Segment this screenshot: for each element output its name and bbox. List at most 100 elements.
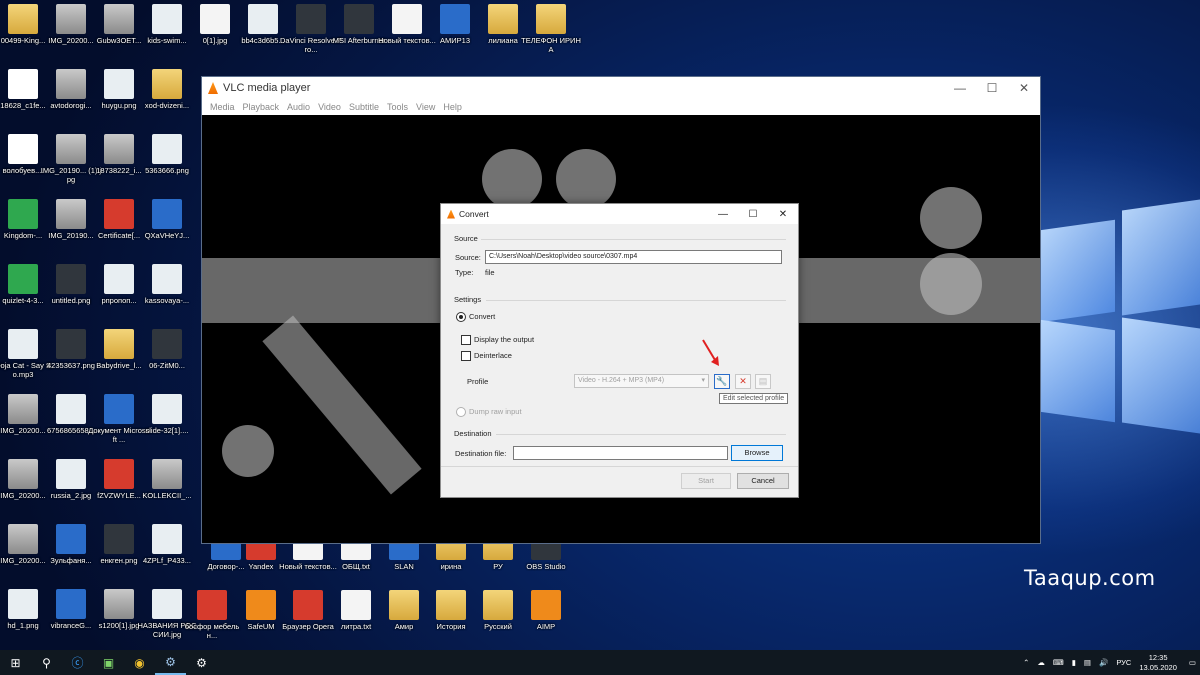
file-icon <box>56 199 86 229</box>
maximize-icon[interactable]: ☐ <box>738 204 768 224</box>
file-icon <box>197 590 227 620</box>
menu-item-tools[interactable]: Tools <box>387 102 408 112</box>
file-icon <box>104 329 134 359</box>
battery-icon[interactable]: ▮ <box>1072 658 1076 667</box>
site-watermark: Taaqup.com <box>1024 566 1156 590</box>
menu-item-video[interactable]: Video <box>318 102 341 112</box>
convert-title-bar[interactable]: Convert — ☐ ✕ <box>441 204 798 224</box>
menu-item-media[interactable]: Media <box>210 102 235 112</box>
close-icon[interactable]: ✕ <box>1008 77 1040 99</box>
file-icon <box>56 589 86 619</box>
minimize-icon[interactable]: — <box>708 204 738 224</box>
file-icon <box>531 590 561 620</box>
file-icon <box>104 69 134 99</box>
profile-select-value: Video - H.264 + MP3 (MP4) <box>578 377 665 384</box>
steam-icon[interactable]: ⚙ <box>155 650 186 675</box>
browse-button[interactable]: Browse <box>731 445 783 461</box>
file-icon <box>200 4 230 34</box>
file-icon <box>152 69 182 99</box>
usb-icon[interactable]: ⌨ <box>1053 658 1064 667</box>
windows-logo <box>1040 199 1200 434</box>
divider <box>481 239 786 240</box>
destination-group-label: Destination <box>454 429 492 438</box>
file-icon <box>152 134 182 164</box>
desktop-icon[interactable]: KOLLEKCII_... <box>136 459 198 500</box>
desktop-icon[interactable]: AIMP <box>515 590 577 631</box>
volume-icon[interactable]: 🔊 <box>1099 658 1108 667</box>
file-icon <box>389 590 419 620</box>
file-icon <box>488 4 518 34</box>
file-icon <box>104 4 134 34</box>
start-icon[interactable]: ⊞ <box>0 650 31 675</box>
chevron-up-icon[interactable]: ⌃ <box>1023 658 1029 667</box>
red-arrow-icon <box>702 339 719 366</box>
file-icon <box>246 590 276 620</box>
notifications-icon[interactable]: ▭ <box>1189 658 1196 667</box>
network-icon[interactable]: ▤ <box>1084 658 1091 667</box>
desktop-icon[interactable]: 5363666.png <box>136 134 198 175</box>
clock[interactable]: 12:35 13.05.2020 <box>1139 653 1177 673</box>
dump-raw-label: Dump raw input <box>469 407 522 416</box>
clock-time: 12:35 <box>1148 652 1168 662</box>
search-icon[interactable]: ⚲ <box>31 650 62 675</box>
desktop-icon-label: 4ZPLf_P433... <box>143 556 191 565</box>
file-icon <box>56 329 86 359</box>
file-icon <box>483 590 513 620</box>
chevron-down-icon: ▾ <box>701 377 705 384</box>
tooltip: Edit selected profile <box>719 393 789 404</box>
file-icon <box>440 4 470 34</box>
menu-item-audio[interactable]: Audio <box>287 102 310 112</box>
start-button[interactable]: Start <box>681 473 731 489</box>
convert-radio[interactable] <box>456 312 466 322</box>
onedrive-icon[interactable]: ☁ <box>1037 658 1045 667</box>
menu-item-view[interactable]: View <box>416 102 435 112</box>
wrench-icon[interactable]: 🔧 <box>714 374 730 389</box>
file-icon <box>104 134 134 164</box>
settings-gear-icon[interactable]: ⚙ <box>186 650 217 675</box>
destination-field[interactable] <box>513 446 728 460</box>
language-indicator[interactable]: РУС <box>1116 658 1131 667</box>
dump-raw-radio[interactable] <box>456 407 466 417</box>
file-icon <box>8 4 38 34</box>
cancel-button[interactable]: Cancel <box>737 473 789 489</box>
delete-profile-icon[interactable]: ✕ <box>735 374 751 389</box>
file-icon <box>56 394 86 424</box>
chrome-icon[interactable]: ◉ <box>124 650 155 675</box>
minimize-icon[interactable]: — <box>944 77 976 99</box>
deinterlace-checkbox[interactable] <box>461 351 471 361</box>
file-icon <box>152 524 182 554</box>
desktop-icon[interactable]: ТЕЛЕФОН ИРИНА <box>520 4 582 54</box>
menu-item-help[interactable]: Help <box>443 102 462 112</box>
desktop-icon[interactable]: 06-ZitM0... <box>136 329 198 370</box>
source-field[interactable]: C:\Users\Noah\Desktop\video source\0307.… <box>485 250 782 264</box>
desktop-icon[interactable]: QXaVHeYJ... <box>136 199 198 240</box>
desktop-icon[interactable]: slide-32[1].... <box>136 394 198 435</box>
clock-date: 13.05.2020 <box>1139 662 1177 672</box>
desktop-icon[interactable]: 4ZPLf_P433... <box>136 524 198 565</box>
file-icon <box>341 590 371 620</box>
profile-select[interactable]: Video - H.264 + MP3 (MP4) ▾ <box>574 374 709 388</box>
new-profile-icon[interactable]: ▤ <box>755 374 771 389</box>
menu-item-subtitle[interactable]: Subtitle <box>349 102 379 112</box>
vlc-cone-icon <box>447 209 455 219</box>
file-icon <box>56 134 86 164</box>
bluestacks-icon[interactable]: ▣ <box>93 650 124 675</box>
source-group-label: Source <box>454 234 478 243</box>
desktop-icon-label: 06-ZitM0... <box>149 361 185 370</box>
settings-group-label: Settings <box>454 295 482 304</box>
edge-icon[interactable]: ⓒ <box>62 650 93 675</box>
desktop-icon-label: ТЕЛЕФОН ИРИНА <box>521 36 581 54</box>
maximize-icon[interactable]: ☐ <box>976 77 1008 99</box>
watermark-dot <box>920 187 982 249</box>
vlc-title-bar[interactable]: VLC media player — ☐ ✕ <box>202 77 1040 99</box>
desktop-icon[interactable]: kassovaya-... <box>136 264 198 305</box>
menu-item-playback[interactable]: Playback <box>243 102 280 112</box>
file-icon <box>104 524 134 554</box>
watermark-shape <box>202 258 442 323</box>
desktop-icon[interactable]: xod-dvizeni... <box>136 69 198 110</box>
display-output-checkbox[interactable] <box>461 335 471 345</box>
close-icon[interactable]: ✕ <box>768 204 798 224</box>
file-icon <box>56 69 86 99</box>
file-icon <box>152 589 182 619</box>
vlc-cone-icon <box>208 82 218 94</box>
